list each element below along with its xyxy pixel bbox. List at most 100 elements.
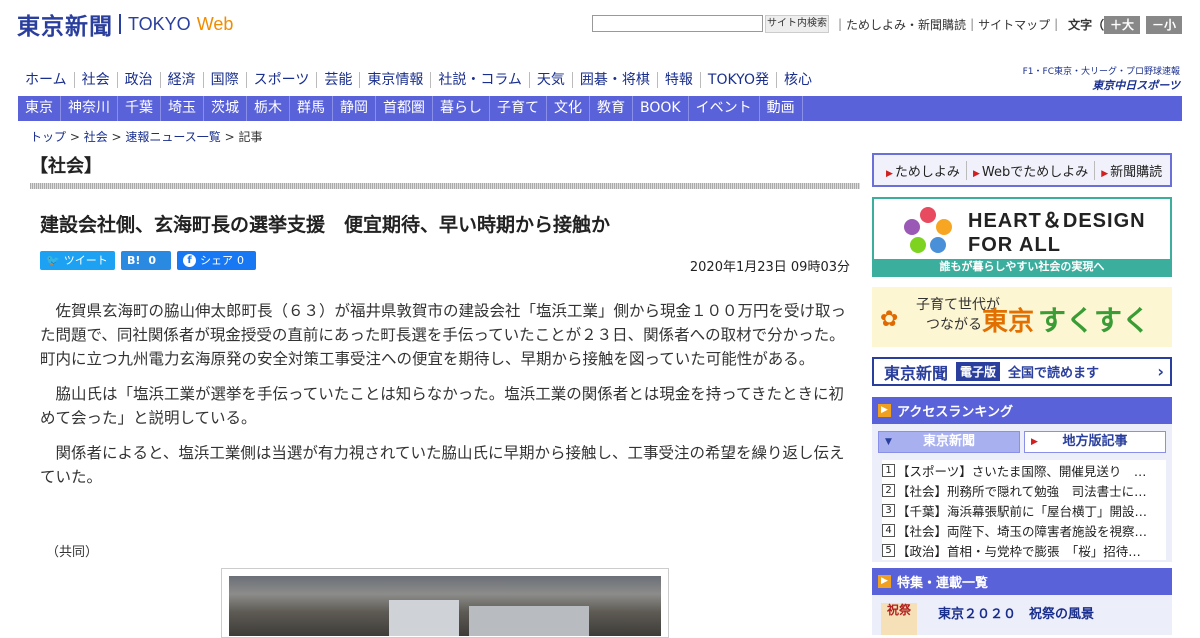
region-item[interactable]: 群馬	[290, 96, 333, 121]
heart-design-title: HEART＆DESIGN FOR ALL	[968, 209, 1146, 257]
font-smaller-button[interactable]: －小	[1146, 16, 1182, 34]
epaper-logo: 東京新聞	[884, 363, 949, 383]
ranking-item-title: 【社会】両陛下、埼玉の障害者施設を視察…	[897, 523, 1148, 539]
region-item[interactable]: 東京	[18, 96, 61, 121]
nav-item-tokyo-info[interactable]: 東京情報	[360, 72, 432, 88]
region-item[interactable]: 静岡	[333, 96, 376, 121]
trial-label: ためしよみ	[894, 164, 960, 180]
chevron-down-icon: ▼	[885, 437, 892, 447]
region-item[interactable]: 埼玉	[161, 96, 204, 121]
link-divider: |	[838, 17, 843, 31]
nav-item-sports[interactable]: スポーツ	[247, 72, 318, 88]
logo-jp: 東京新聞	[17, 13, 113, 40]
nav-item-tokuho[interactable]: 特報	[658, 72, 701, 88]
nav-item-politics[interactable]: 政治	[118, 72, 161, 88]
section-divider	[30, 183, 860, 189]
triangle-icon: ▶	[1101, 168, 1109, 179]
features-title: 特集・連載一覧	[897, 576, 989, 591]
nav-item-go-shogi[interactable]: 囲碁・将棋	[573, 72, 658, 88]
site-search-input[interactable]	[592, 15, 763, 32]
ranking-header: ▶ アクセスランキング	[872, 397, 1172, 424]
ranking-item[interactable]: 2 【社会】刑務所で隠れて勉強 司法書士に…	[882, 480, 1166, 500]
nav-item-editorial[interactable]: 社説・コラム	[431, 72, 530, 88]
subscribe-link[interactable]: ▶ 新聞購読	[1095, 161, 1168, 180]
region-item[interactable]: イベント	[689, 96, 760, 121]
section-label: 【社会】	[30, 156, 102, 177]
features-panel: 祝祭 東京２０２０ 祝祭の風景	[872, 595, 1172, 635]
ranking-panel: ▼ 東京新聞 ▶ 地方版記事 1 【スポーツ】さいたま国際、開催見送り … 2 【社…	[872, 424, 1172, 562]
ranking-tab-local-label: 地方版記事	[1062, 434, 1128, 449]
region-item[interactable]: 教育	[590, 96, 633, 121]
breadcrumb-sep: >	[220, 130, 239, 144]
breadcrumb-sep: >	[107, 130, 126, 144]
hatena-label: B!	[127, 254, 141, 267]
epaper-banner[interactable]: 東京新聞 電子版 全国で読めます ›	[872, 357, 1172, 386]
ranking-tab-tokyo[interactable]: ▼ 東京新聞	[878, 431, 1020, 453]
heart-design-tagline: 誰もが暮らしやすい社会の実現へ	[874, 259, 1170, 275]
region-item[interactable]: 暮らし	[433, 96, 490, 121]
logo-web: Web	[196, 13, 234, 34]
facebook-icon: f	[183, 254, 196, 267]
sukusuku-brand-tokyo: 東京	[982, 307, 1035, 337]
chunichi-sports-banner[interactable]: F1・FC東京・大リーグ・プロ野球速報 東京中日スポーツ	[1020, 64, 1180, 92]
subscription-links: ▶ ためしよみ ▶ Webでためしよみ ▶ 新聞購読	[872, 153, 1172, 187]
facebook-share-button[interactable]: f シェア 0	[177, 251, 256, 270]
region-item[interactable]: 動画	[760, 96, 803, 121]
nav-item-society[interactable]: 社会	[75, 72, 118, 88]
ranking-item[interactable]: 4 【社会】両陛下、埼玉の障害者施設を視察…	[882, 520, 1166, 540]
rank-number: 4	[882, 523, 895, 537]
triangle-icon: ▶	[972, 168, 980, 179]
font-larger-button[interactable]: ＋大	[1104, 16, 1140, 34]
arrow-box-icon: ▶	[878, 404, 891, 417]
nav-item-weather[interactable]: 天気	[530, 72, 573, 88]
subscribe-label: 新聞購読	[1110, 164, 1163, 180]
ranking-list: 1 【スポーツ】さいたま国際、開催見送り … 2 【社会】刑務所で隠れて勉強 司法書…	[882, 460, 1166, 560]
site-search-button[interactable]: サイト内検索	[765, 15, 829, 33]
chevron-right-icon: ›	[1157, 362, 1164, 381]
region-item[interactable]: 文化	[547, 96, 590, 121]
nav-item-home[interactable]: ホーム	[18, 72, 75, 88]
heart-design-line2: FOR ALL	[968, 234, 1061, 256]
epaper-text: 全国で読めます	[1008, 366, 1100, 381]
nav-item-entertainment[interactable]: 芸能	[317, 72, 361, 88]
site-logo[interactable]: 東京新聞 TOKYO Web	[17, 10, 234, 40]
photo-image	[229, 576, 661, 636]
breadcrumb: トップ > 社会 > 速報ニュース一覧 > 記事	[30, 128, 263, 145]
hatena-bookmark-button[interactable]: B! 0	[121, 251, 171, 270]
twitter-bird-icon: 🐦	[46, 254, 60, 267]
tokyo-sukusuku-banner[interactable]: ✿ 子育て世代が つながる 東京 すくすく	[872, 287, 1172, 347]
breadcrumb-society[interactable]: 社会	[84, 130, 108, 144]
nav-item-kakushin[interactable]: 核心	[777, 72, 819, 88]
region-item[interactable]: 栃木	[247, 96, 290, 121]
nav-item-international[interactable]: 国際	[204, 72, 247, 88]
nav-item-economy[interactable]: 経済	[161, 72, 204, 88]
ranking-title: アクセスランキング	[897, 405, 1013, 420]
region-item[interactable]: 子育て	[490, 96, 547, 121]
rank-number: 1	[882, 463, 895, 477]
ranking-item[interactable]: 3 【千葉】海浜幕張駅前に「屋台横丁」開設…	[882, 500, 1166, 520]
web-trial-link[interactable]: ▶ Webでためしよみ	[967, 160, 1096, 180]
region-item[interactable]: 茨城	[204, 96, 247, 121]
region-item[interactable]: 千葉	[118, 96, 161, 121]
ranking-item[interactable]: 5 【政治】首相・与党枠で膨張 「桜」招待…	[882, 540, 1166, 560]
sitemap-link[interactable]: サイトマップ	[978, 16, 1050, 33]
nav-item-tokyo-hatsu[interactable]: TOKYO発	[701, 72, 777, 88]
region-item[interactable]: 神奈川	[61, 96, 118, 121]
feature-item-link[interactable]: 東京２０２０ 祝祭の風景	[938, 603, 1094, 622]
link-divider: |	[1054, 17, 1059, 31]
feature-thumbnail[interactable]: 祝祭	[881, 603, 917, 635]
tweet-button[interactable]: 🐦 ツイート	[40, 251, 115, 270]
heart-design-banner[interactable]: HEART＆DESIGN FOR ALL 誰もが暮らしやすい社会の実現へ	[872, 197, 1172, 277]
breadcrumb-news-list[interactable]: 速報ニュース一覧	[125, 130, 220, 144]
trial-subscribe-link[interactable]: ためしよみ・新聞購読	[846, 16, 966, 33]
heart-design-line1: HEART＆DESIGN	[968, 210, 1146, 232]
ranking-tab-local[interactable]: ▶ 地方版記事	[1024, 431, 1166, 453]
region-item[interactable]: 首都圏	[376, 96, 433, 121]
breadcrumb-current: 記事	[238, 130, 263, 144]
article-photo[interactable]	[221, 568, 669, 638]
photo-building	[469, 606, 589, 636]
trial-link[interactable]: ▶ ためしよみ	[880, 160, 967, 180]
breadcrumb-top[interactable]: トップ	[30, 130, 66, 144]
ranking-item[interactable]: 1 【スポーツ】さいたま国際、開催見送り …	[882, 460, 1166, 480]
region-item[interactable]: BOOK	[633, 96, 689, 121]
